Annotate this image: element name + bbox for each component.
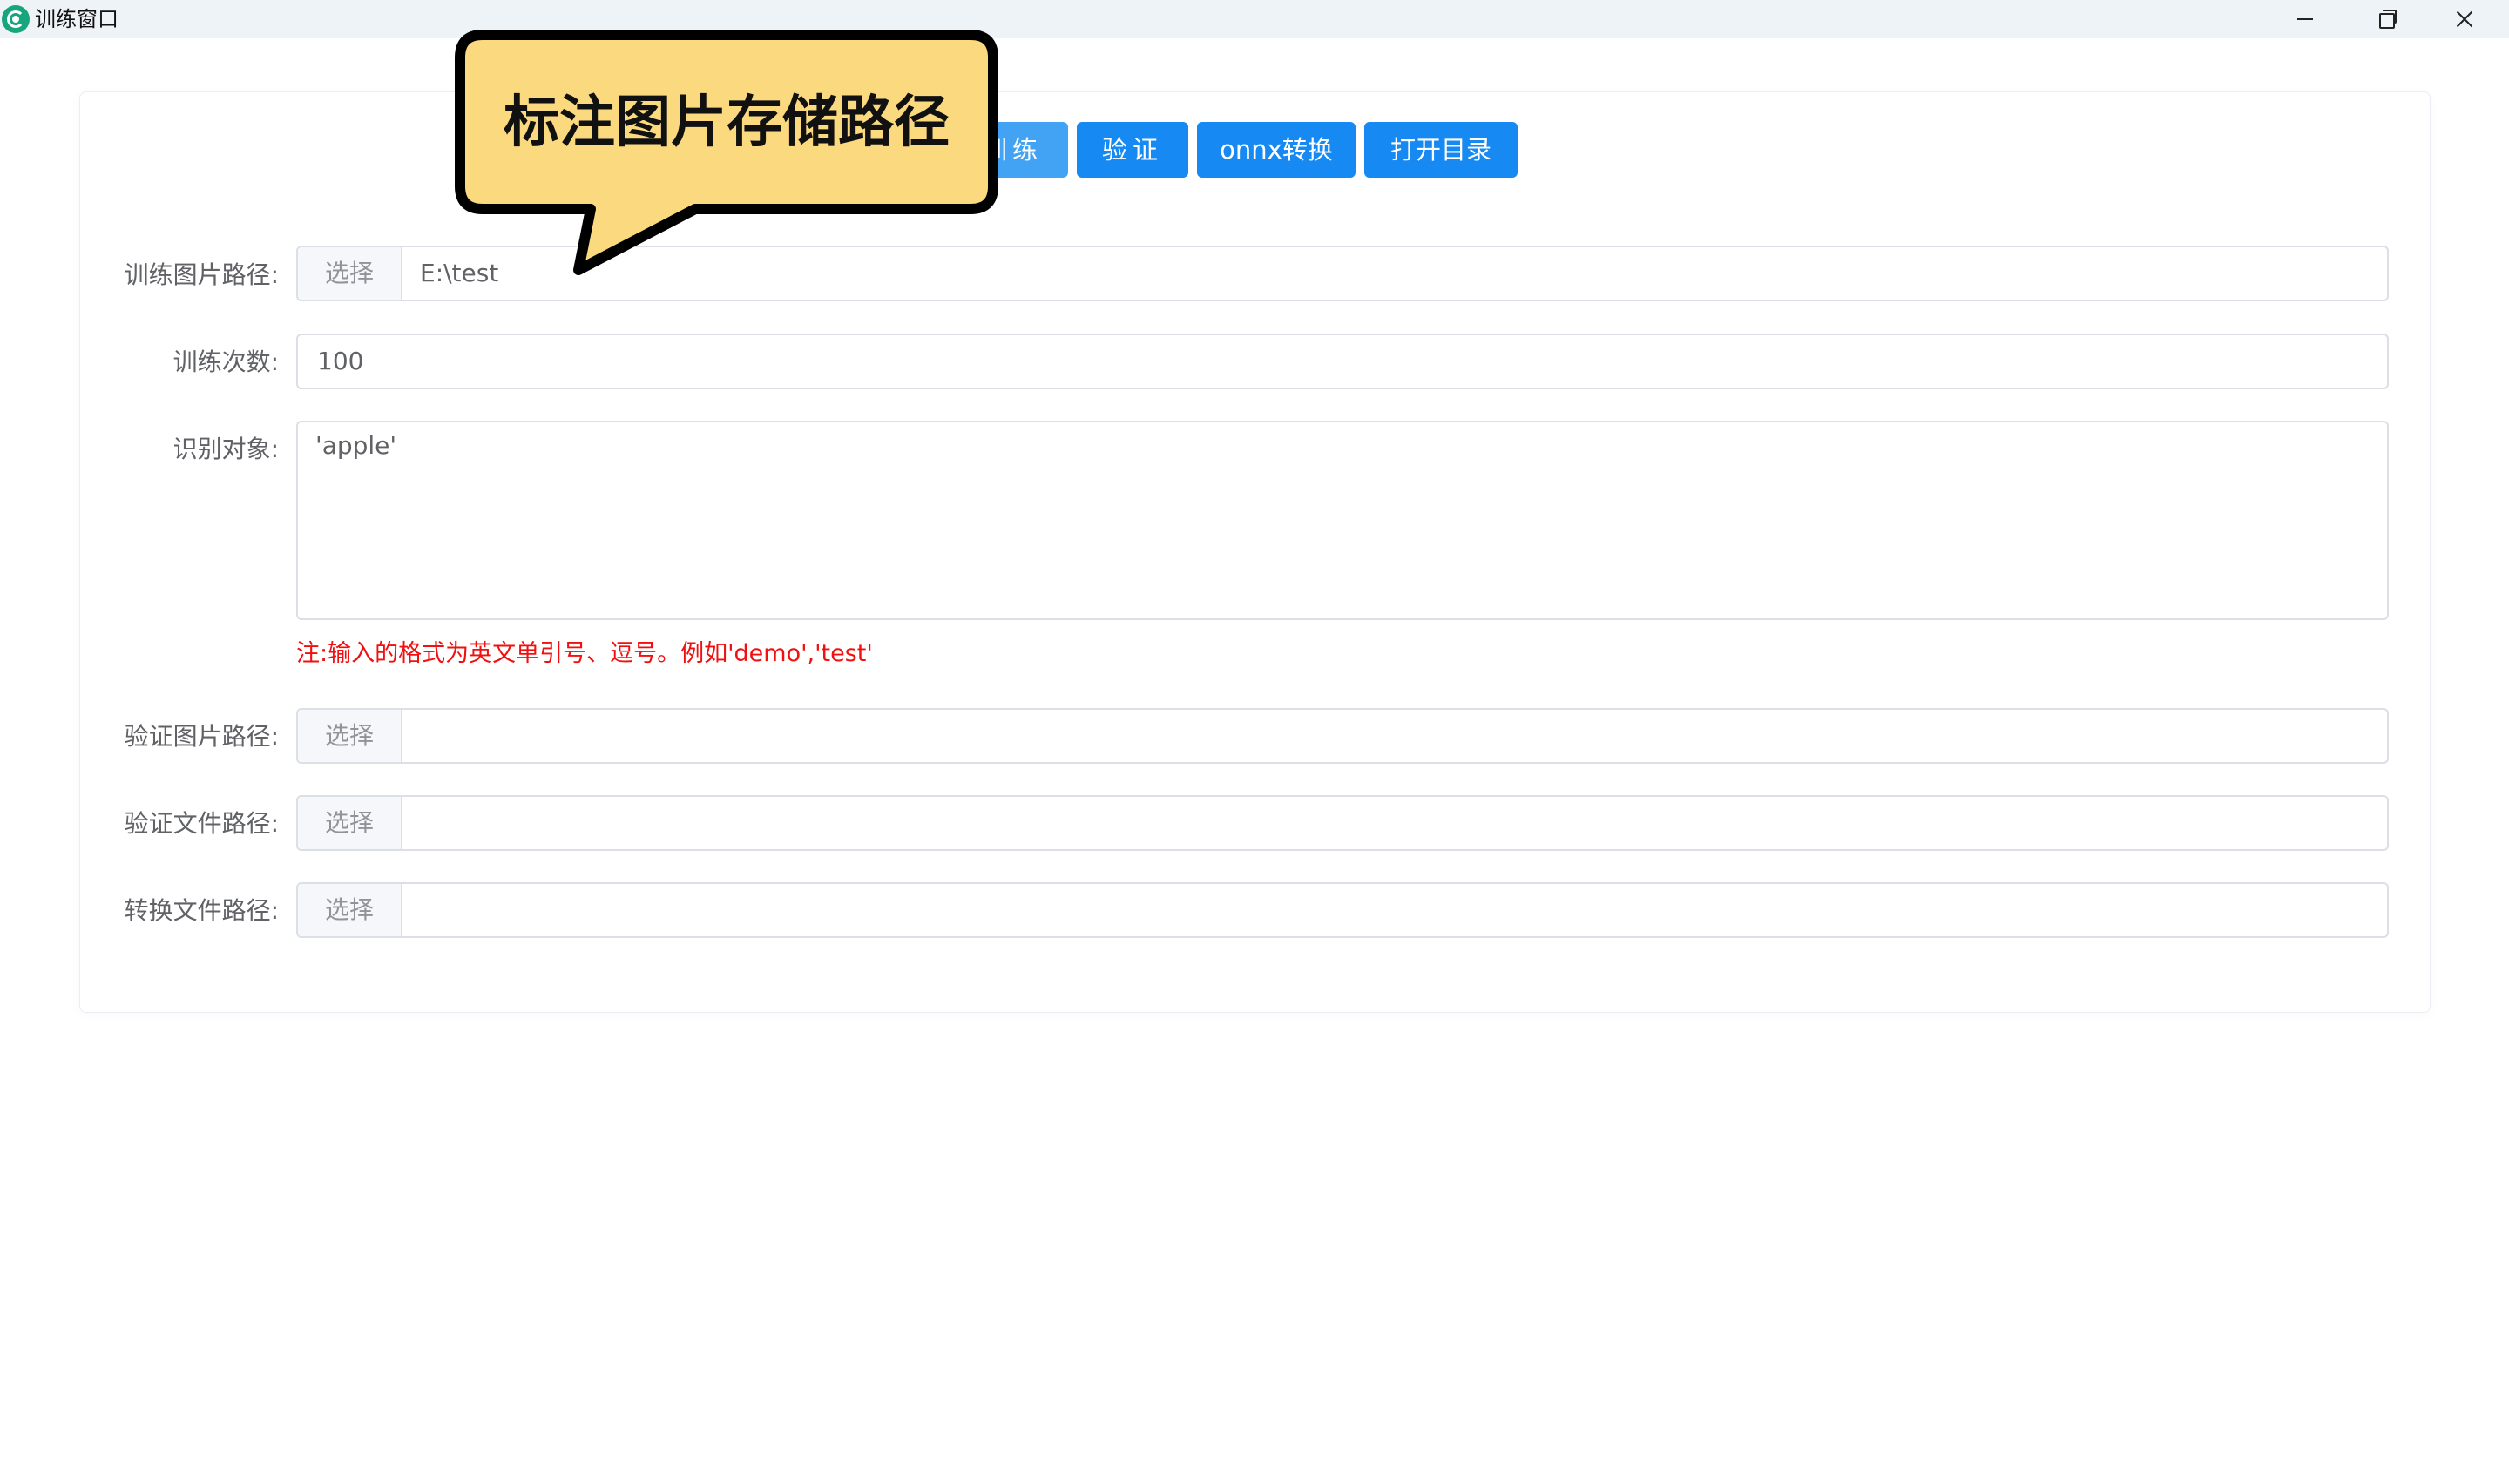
verify-file-path-field[interactable]: 选择 xyxy=(296,795,2389,851)
convert-file-path-label: 转换文件路径: xyxy=(124,896,279,925)
objects-value[interactable]: 'apple' xyxy=(315,431,396,460)
epochs-label: 训练次数: xyxy=(172,347,279,376)
window-title: 训练窗口 xyxy=(35,7,118,31)
verify-button[interactable]: 验证 xyxy=(1077,122,1188,178)
train-path-label: 训练图片路径: xyxy=(124,260,279,289)
epochs-input[interactable]: 100 xyxy=(296,334,2389,389)
verify-file-path-select-button[interactable]: 选择 xyxy=(298,797,402,849)
objects-format-note: 注:输入的格式为英文单引号、逗号。例如'demo','test' xyxy=(296,640,873,667)
train-path-select-button[interactable]: 选择 xyxy=(298,247,402,300)
minimize-icon[interactable] xyxy=(2265,0,2343,38)
close-icon[interactable] xyxy=(2425,0,2504,38)
card-header: 训练 验证 onnx转换 打开目录 xyxy=(80,92,2430,206)
verify-image-path-field[interactable]: 选择 xyxy=(296,708,2389,764)
objects-label: 识别对象: xyxy=(172,435,279,463)
callout-text: 标注图片存储路径 xyxy=(504,91,950,155)
verify-file-path-label: 验证文件路径: xyxy=(124,809,279,838)
title-bar: 训练窗口 xyxy=(0,0,2509,38)
app-logo-icon xyxy=(2,5,30,33)
open-directory-button[interactable]: 打开目录 xyxy=(1364,122,1518,178)
verify-image-path-label: 验证图片路径: xyxy=(124,722,279,751)
restore-icon[interactable] xyxy=(2345,0,2424,38)
epochs-value[interactable]: 100 xyxy=(317,335,363,388)
verify-image-path-select-button[interactable]: 选择 xyxy=(298,710,402,762)
convert-file-path-field[interactable]: 选择 xyxy=(296,882,2389,938)
objects-textarea[interactable]: 'apple' xyxy=(296,421,2389,620)
convert-file-path-select-button[interactable]: 选择 xyxy=(298,884,402,936)
annotation-callout: 标注图片存储路径 xyxy=(455,30,998,275)
onnx-convert-button[interactable]: onnx转换 xyxy=(1197,122,1356,178)
training-card: 训练 验证 onnx转换 打开目录 训练图片路径: 选择 E:\test 训练次… xyxy=(79,91,2431,1013)
